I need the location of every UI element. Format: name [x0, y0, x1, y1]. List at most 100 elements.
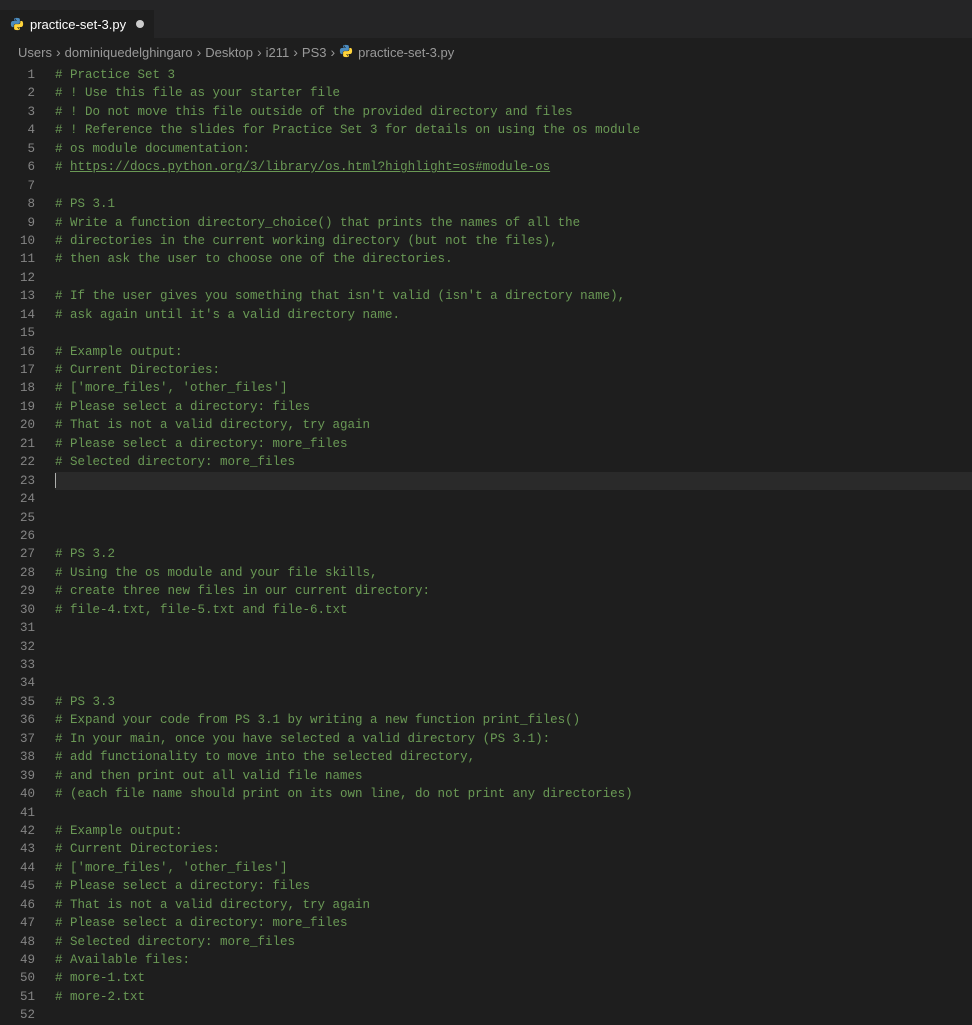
breadcrumb-item[interactable]: i211 [266, 45, 290, 60]
code-line[interactable] [55, 638, 972, 656]
line-number: 21 [0, 435, 35, 453]
code-line[interactable]: # and then print out all valid file name… [55, 767, 972, 785]
code-line[interactable]: # Example output: [55, 822, 972, 840]
code-line[interactable]: # PS 3.3 [55, 693, 972, 711]
line-number: 28 [0, 564, 35, 582]
code-line[interactable]: # Practice Set 3 [55, 66, 972, 84]
code-line[interactable]: # If the user gives you something that i… [55, 287, 972, 305]
line-number: 38 [0, 748, 35, 766]
text-cursor [55, 473, 56, 488]
breadcrumb-file[interactable]: practice-set-3.py [339, 44, 454, 61]
code-line[interactable] [55, 269, 972, 287]
code-line[interactable]: # os module documentation: [55, 140, 972, 158]
code-line[interactable]: # ! Do not move this file outside of the… [55, 103, 972, 121]
code-line[interactable]: # then ask the user to choose one of the… [55, 250, 972, 268]
line-number: 8 [0, 195, 35, 213]
code-line[interactable]: # In your main, once you have selected a… [55, 730, 972, 748]
code-line[interactable] [55, 324, 972, 342]
dirty-indicator-icon[interactable] [136, 20, 144, 28]
breadcrumb-item[interactable]: PS3 [302, 45, 327, 60]
top-spacer [0, 0, 972, 10]
code-line[interactable]: # (each file name should print on its ow… [55, 785, 972, 803]
code-line[interactable]: # more-1.txt [55, 969, 972, 987]
code-line[interactable]: # That is not a valid directory, try aga… [55, 416, 972, 434]
line-number: 5 [0, 140, 35, 158]
code-line[interactable]: # ! Reference the slides for Practice Se… [55, 121, 972, 139]
code-line[interactable]: # Example output: [55, 343, 972, 361]
line-number: 35 [0, 693, 35, 711]
line-number: 50 [0, 969, 35, 987]
line-number: 29 [0, 582, 35, 600]
code-line[interactable]: # Using the os module and your file skil… [55, 564, 972, 582]
line-number: 14 [0, 306, 35, 324]
python-icon [10, 17, 24, 31]
line-number: 44 [0, 859, 35, 877]
breadcrumb-item[interactable]: dominiquedelghingaro [65, 45, 193, 60]
code-line[interactable]: # That is not a valid directory, try aga… [55, 896, 972, 914]
line-number: 25 [0, 509, 35, 527]
code-content[interactable]: # Practice Set 3# ! Use this file as you… [55, 66, 972, 1025]
chevron-right-icon: › [197, 44, 202, 60]
chevron-right-icon: › [293, 44, 298, 60]
line-number: 52 [0, 1006, 35, 1024]
line-number: 13 [0, 287, 35, 305]
line-number: 9 [0, 214, 35, 232]
code-line[interactable]: # file-4.txt, file-5.txt and file-6.txt [55, 601, 972, 619]
code-line[interactable]: # ['more_files', 'other_files'] [55, 379, 972, 397]
code-line[interactable]: # create three new files in our current … [55, 582, 972, 600]
code-line[interactable]: # ['more_files', 'other_files'] [55, 859, 972, 877]
url-link[interactable]: https://docs.python.org/3/library/os.htm… [70, 160, 550, 174]
editor-tab[interactable]: practice-set-3.py [0, 10, 155, 38]
code-editor[interactable]: 1234567891011121314151617181920212223242… [0, 66, 972, 1025]
breadcrumb: Users › dominiquedelghingaro › Desktop ›… [0, 38, 972, 66]
code-line[interactable]: # Write a function directory_choice() th… [55, 214, 972, 232]
line-number: 10 [0, 232, 35, 250]
code-line[interactable]: # Selected directory: more_files [55, 933, 972, 951]
line-number: 31 [0, 619, 35, 637]
code-line[interactable]: # Current Directories: [55, 840, 972, 858]
code-line[interactable]: # https://docs.python.org/3/library/os.h… [55, 158, 972, 176]
breadcrumb-item[interactable]: Users [18, 45, 52, 60]
code-line[interactable]: # Current Directories: [55, 361, 972, 379]
code-line[interactable]: # PS 3.2 [55, 545, 972, 563]
code-line[interactable]: # Please select a directory: files [55, 877, 972, 895]
code-line[interactable] [55, 472, 972, 490]
code-line[interactable] [55, 490, 972, 508]
line-number: 45 [0, 877, 35, 895]
line-number: 36 [0, 711, 35, 729]
code-line[interactable] [55, 177, 972, 195]
line-number: 46 [0, 896, 35, 914]
line-number: 23 [0, 472, 35, 490]
line-number: 43 [0, 840, 35, 858]
line-number: 42 [0, 822, 35, 840]
line-number: 4 [0, 121, 35, 139]
line-number: 48 [0, 933, 35, 951]
line-number: 18 [0, 379, 35, 397]
code-line[interactable]: # Selected directory: more_files [55, 453, 972, 471]
code-line[interactable]: # Please select a directory: more_files [55, 914, 972, 932]
code-line[interactable] [55, 674, 972, 692]
code-line[interactable] [55, 509, 972, 527]
breadcrumb-item[interactable]: Desktop [205, 45, 253, 60]
code-line[interactable] [55, 1006, 972, 1024]
code-line[interactable]: # ask again until it's a valid directory… [55, 306, 972, 324]
code-line[interactable]: # Please select a directory: more_files [55, 435, 972, 453]
python-icon [339, 44, 353, 61]
code-line[interactable]: # Please select a directory: files [55, 398, 972, 416]
code-line[interactable] [55, 656, 972, 674]
line-number: 33 [0, 656, 35, 674]
code-line[interactable] [55, 619, 972, 637]
code-line[interactable] [55, 527, 972, 545]
line-number-gutter: 1234567891011121314151617181920212223242… [0, 66, 55, 1025]
code-line[interactable]: # ! Use this file as your starter file [55, 84, 972, 102]
code-line[interactable] [55, 804, 972, 822]
code-line[interactable]: # add functionality to move into the sel… [55, 748, 972, 766]
tab-label: practice-set-3.py [30, 17, 126, 32]
line-number: 3 [0, 103, 35, 121]
code-line[interactable]: # PS 3.1 [55, 195, 972, 213]
code-line[interactable]: # directories in the current working dir… [55, 232, 972, 250]
code-line[interactable]: # Available files: [55, 951, 972, 969]
code-line[interactable]: # Expand your code from PS 3.1 by writin… [55, 711, 972, 729]
code-line[interactable]: # more-2.txt [55, 988, 972, 1006]
line-number: 26 [0, 527, 35, 545]
